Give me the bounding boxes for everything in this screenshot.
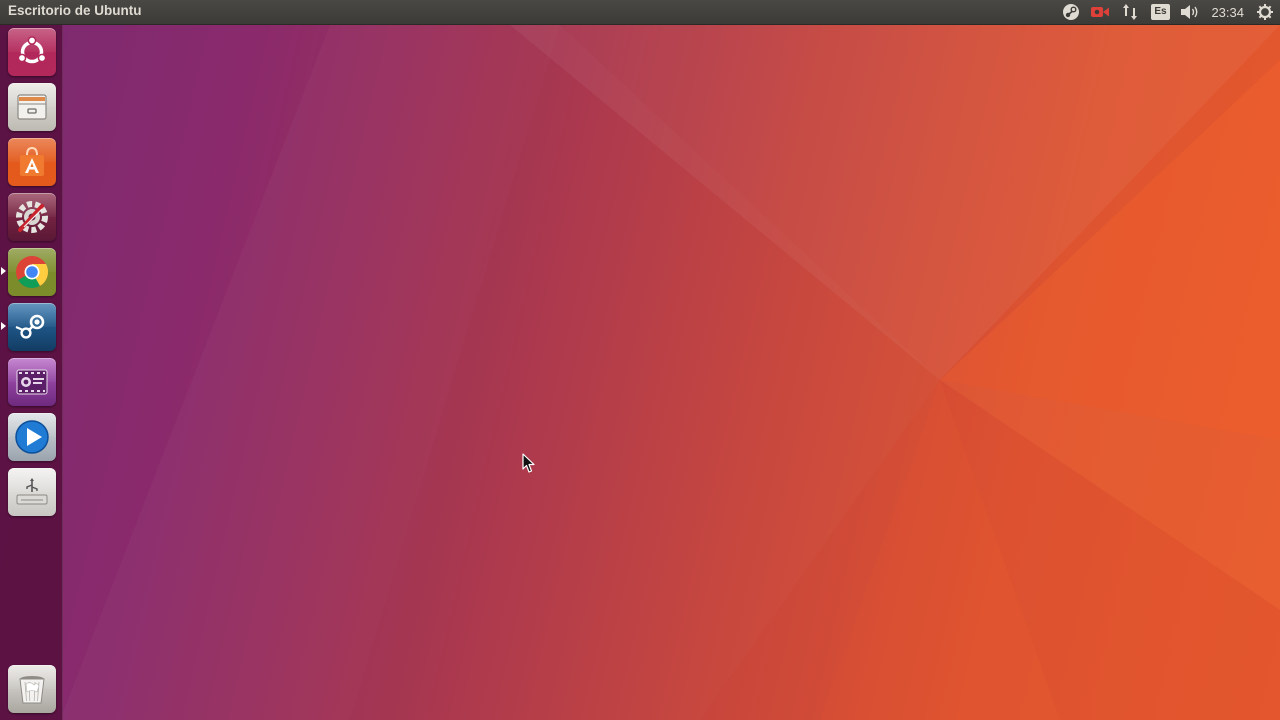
launcher-item-trash[interactable] [8, 665, 56, 713]
launcher-item-media-player[interactable] [8, 413, 56, 461]
launcher-item-files[interactable] [8, 83, 56, 131]
window-title: Escritorio de Ubuntu [8, 3, 142, 18]
launcher-item-system-settings[interactable] [8, 193, 56, 241]
settings-wrench-icon [16, 201, 48, 233]
steam-tray-icon[interactable] [1057, 0, 1085, 24]
play-icon [15, 420, 49, 454]
indicator-area: Es 23:34 [1057, 0, 1280, 24]
usb-drive-icon [16, 478, 48, 505]
launcher-item-chrome[interactable] [8, 248, 56, 296]
keyboard-layout-icon[interactable]: Es [1145, 0, 1175, 24]
desktop-wallpaper [0, 0, 1280, 720]
film-recorder-icon [16, 369, 48, 395]
launcher [0, 25, 63, 720]
launcher-item-ubuntu-software[interactable] [8, 138, 56, 186]
launcher-item-steam[interactable] [8, 303, 56, 351]
trash-icon [19, 676, 45, 704]
ubuntu-logo-icon [17, 36, 47, 64]
top-panel: Escritorio de Ubuntu Es 23:34 [0, 0, 1280, 25]
steam-icon [15, 314, 45, 339]
running-indicator-chrome [1, 267, 6, 275]
volume-icon[interactable] [1175, 0, 1205, 24]
mouse-pointer-icon [522, 453, 535, 473]
file-cabinet-icon [17, 94, 47, 120]
launcher-item-screen-recorder[interactable] [8, 358, 56, 406]
gear-icon[interactable] [1250, 0, 1280, 24]
clock[interactable]: 23:34 [1205, 0, 1250, 24]
video-camera-icon[interactable] [1085, 0, 1115, 24]
keyboard-layout-label: Es [1151, 4, 1170, 20]
launcher-item-usb-drive[interactable] [8, 468, 56, 516]
launcher-item-ubuntu-dash[interactable] [8, 28, 56, 76]
chrome-icon [16, 256, 49, 289]
running-indicator-steam [1, 322, 6, 330]
software-bag-icon [20, 146, 44, 176]
network-arrows-icon[interactable] [1115, 0, 1145, 24]
